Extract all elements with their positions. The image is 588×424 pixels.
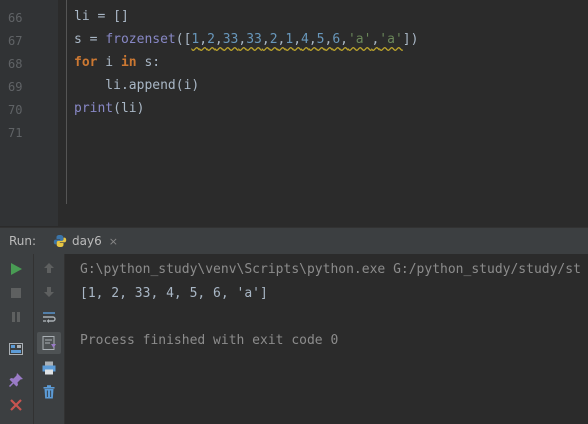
run-label: Run:: [9, 234, 37, 248]
run-icon: [11, 263, 22, 275]
code-token: =: [81, 32, 106, 47]
rerun-button[interactable]: [6, 259, 26, 279]
comma-token: ,: [308, 32, 317, 47]
print-button[interactable]: [39, 358, 59, 378]
console-exit-message: Process finished with exit code 0: [80, 332, 339, 348]
number-token: 2: [269, 32, 278, 47]
code-token: []: [113, 9, 129, 24]
number-token: 1: [285, 32, 294, 47]
code-token: li: [74, 9, 90, 24]
string-token: 'a': [347, 32, 372, 47]
print-icon: [42, 361, 56, 375]
code-line-69[interactable]: li.append(i): [74, 78, 199, 94]
string-token: 'a': [379, 32, 403, 47]
code-line-66[interactable]: li = []: [74, 9, 129, 25]
soft-wrap-button[interactable]: [39, 307, 59, 327]
keyword-token: for: [74, 55, 98, 70]
console-command-line: G:\python_study\venv\Scripts\python.exe …: [80, 262, 581, 277]
code-token: i: [97, 55, 121, 70]
comma-token: ,: [199, 32, 208, 47]
layout-icon: [9, 343, 23, 355]
soft-wrap-icon: [43, 312, 56, 323]
stop-button[interactable]: [6, 283, 26, 303]
line-number: 70: [8, 103, 23, 117]
code-line-67[interactable]: s = frozenset([1,2,33,33,2,1,4,5,6,'a','…: [74, 32, 418, 48]
number-token: 6: [332, 32, 341, 47]
comma-token: ,: [340, 32, 348, 47]
up-arrow-icon: [44, 263, 54, 273]
pause-button[interactable]: [6, 307, 26, 327]
line-number: 67: [8, 34, 23, 48]
code-editor[interactable]: 66 67 68 69 70 71 li = [] s = frozenset(…: [0, 0, 588, 226]
code-token: (li): [113, 101, 145, 116]
keyword-token: in: [120, 55, 137, 70]
trash-icon: [43, 385, 55, 399]
console-output[interactable]: G:\python_study\venv\Scripts\python.exe …: [80, 258, 581, 352]
run-toolbar-primary: [0, 254, 34, 424]
restore-layout-button[interactable]: [6, 339, 26, 359]
clear-all-button[interactable]: [39, 382, 59, 402]
down-arrow-icon: [44, 287, 54, 297]
line-number: 71: [8, 126, 23, 140]
code-token: =: [89, 9, 114, 24]
pin-icon: [8, 373, 23, 388]
comma-token: ,: [293, 32, 302, 47]
run-tab-label: day6: [72, 234, 102, 248]
close-tab-button[interactable]: ×: [109, 235, 118, 248]
code-token: s: [74, 32, 82, 47]
pause-icon: [12, 312, 20, 322]
run-panel: G:\python_study\venv\Scripts\python.exe …: [0, 254, 588, 424]
run-toolbar-secondary: [34, 254, 65, 424]
number-token: 33: [222, 32, 239, 47]
close-icon: [10, 399, 22, 411]
stop-icon: [11, 288, 21, 298]
code-token: ([: [175, 32, 192, 47]
number-token: 5: [316, 32, 325, 47]
number-token: 33: [246, 32, 262, 47]
code-line-68[interactable]: for i in s:: [74, 55, 160, 71]
python-icon: [53, 235, 67, 247]
code-line-70[interactable]: print(li): [74, 101, 144, 117]
line-number: 68: [8, 57, 23, 71]
builtin-token: print: [74, 101, 114, 116]
code-token: ]): [402, 32, 419, 47]
run-tab-day6[interactable]: day6 ×: [47, 230, 124, 252]
line-number-gutter: 66 67 68 69 70 71: [0, 0, 58, 226]
previous-occurrence-button[interactable]: [39, 258, 59, 278]
comma-token: ,: [214, 32, 223, 47]
code-token: s:: [136, 55, 161, 70]
next-occurrence-button[interactable]: [39, 282, 59, 302]
line-number: 66: [8, 11, 23, 25]
gutter-divider: [66, 0, 67, 204]
close-run-button[interactable]: [6, 395, 26, 415]
line-number: 69: [8, 80, 23, 94]
console-result-line: [1, 2, 33, 4, 5, 6, 'a']: [80, 285, 268, 301]
number-token: 4: [301, 32, 309, 47]
builtin-token: frozenset: [105, 32, 176, 47]
pin-tab-button[interactable]: [6, 370, 26, 390]
number-token: 2: [207, 32, 215, 47]
run-tool-window-header: Run: day6 ×: [0, 227, 588, 255]
code-token: li.append(i): [74, 78, 200, 93]
scroll-to-end-icon: [42, 336, 56, 350]
scroll-to-end-button[interactable]: [37, 332, 61, 354]
comma-token: ,: [261, 32, 270, 47]
